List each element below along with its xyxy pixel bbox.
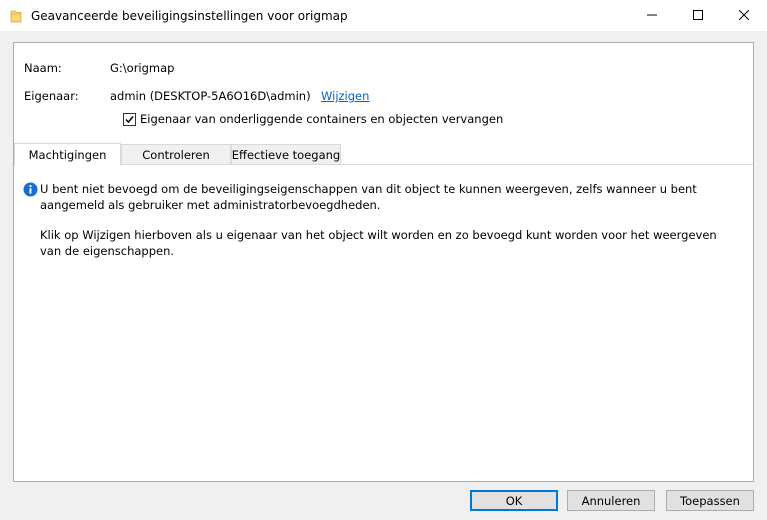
apply-label: Toepassen: [680, 493, 740, 508]
owner-label: Eigenaar:: [24, 89, 79, 103]
change-owner-instructions: Klik op Wijzigen hierboven als u eigenaa…: [40, 228, 717, 258]
title-bar[interactable]: Geavanceerde beveiligingsinstellingen vo…: [0, 0, 767, 32]
cancel-label: Annuleren: [581, 493, 641, 508]
replace-owner-label[interactable]: Eigenaar van onderliggende containers en…: [140, 112, 503, 126]
tab-label: Effectieve toegang: [231, 148, 341, 162]
ok-label: OK: [505, 493, 523, 508]
change-owner-link[interactable]: Wijzigen: [321, 89, 369, 103]
ok-button[interactable]: OK: [470, 490, 558, 511]
close-icon: [738, 9, 750, 23]
replace-owner-checkbox[interactable]: [123, 113, 136, 126]
tab-divider: [14, 164, 753, 165]
maximize-icon: [693, 9, 703, 23]
owner-value: admin (DESKTOP-5A6O16D\admin): [110, 89, 311, 103]
name-label: Naam:: [24, 61, 62, 75]
minimize-icon: [647, 9, 657, 23]
name-value: G:\origmap: [110, 61, 175, 75]
tab-label: Controleren: [142, 148, 210, 162]
no-permission-message: U bent niet bevoegd om de beveiligingsei…: [40, 182, 697, 212]
checkmark-icon: [125, 116, 134, 124]
tab-auditing[interactable]: Controleren: [121, 144, 231, 165]
folder-icon: [10, 9, 22, 23]
window-title: Geavanceerde beveiligingsinstellingen vo…: [31, 9, 348, 23]
main-panel: Naam: G:\origmap Eigenaar: admin (DESKTO…: [13, 42, 754, 482]
apply-button[interactable]: Toepassen: [666, 490, 754, 511]
maximize-button[interactable]: [675, 0, 721, 31]
close-button[interactable]: [721, 0, 767, 31]
tab-permissions[interactable]: Machtigingen: [14, 143, 121, 166]
minimize-button[interactable]: [629, 0, 675, 31]
tab-effective-access[interactable]: Effectieve toegang: [231, 144, 341, 165]
info-icon: [23, 182, 38, 197]
cancel-button[interactable]: Annuleren: [567, 490, 655, 511]
tab-label: Machtigingen: [28, 147, 107, 162]
